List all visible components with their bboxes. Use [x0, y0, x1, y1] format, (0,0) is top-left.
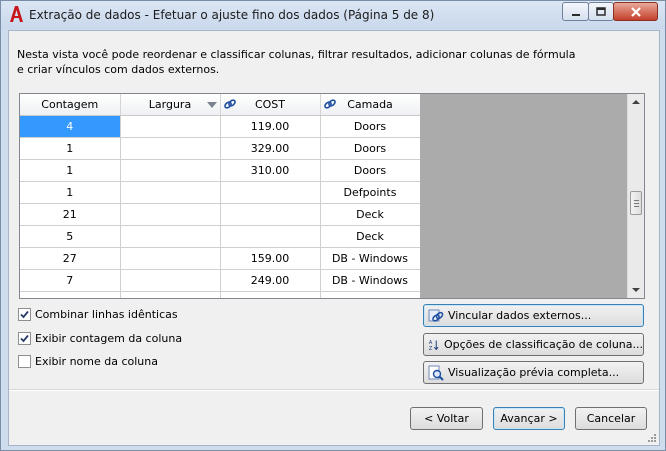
cell-camada[interactable]: Doors: [320, 115, 421, 138]
show-name-checkbox[interactable]: Exibir nome da coluna: [18, 353, 158, 369]
checkbox-checked[interactable]: [18, 307, 31, 321]
cancel-label: Cancelar: [586, 412, 636, 425]
cell-contagem[interactable]: 4: [20, 115, 121, 138]
cell-camada[interactable]: Deck: [320, 203, 421, 226]
cell-contagem[interactable]: 27: [20, 247, 121, 270]
cell-contagem[interactable]: 21: [20, 203, 121, 226]
cell-camada[interactable]: DB - Windows: [320, 269, 421, 292]
back-button[interactable]: < Voltar: [410, 407, 483, 430]
cell-camada[interactable]: Doors: [320, 159, 421, 182]
resize-grip-icon[interactable]: [647, 433, 657, 443]
cell-camada[interactable]: DB - Windows: [320, 247, 421, 270]
table-row[interactable]: 5 Deck: [20, 225, 421, 248]
separator: [9, 389, 659, 391]
cell-contagem[interactable]: 1: [20, 181, 121, 204]
filter-dropdown-icon[interactable]: [206, 102, 217, 108]
next-label: Avançar >: [500, 412, 558, 425]
close-icon: [630, 7, 641, 17]
combine-rows-label: Combinar linhas idênticas: [35, 307, 178, 321]
cell-cost[interactable]: [220, 203, 321, 226]
column-header-largura[interactable]: Largura: [120, 94, 221, 116]
link-external-data-button[interactable]: Vincular dados externos...: [423, 304, 644, 327]
autocad-app-icon: [10, 6, 23, 22]
table-row[interactable]: 27 159.00 DB - Windows: [20, 247, 421, 270]
cell-cost[interactable]: 310.00: [220, 159, 321, 182]
sort-options-label: Opções de classificação de coluna...: [443, 338, 643, 351]
cell-cost[interactable]: 159.00: [220, 247, 321, 270]
column-header-cost[interactable]: COST: [220, 94, 321, 116]
cell-largura[interactable]: [120, 203, 221, 226]
dialog-body: Nesta vista você pode reordenar e classi…: [8, 30, 660, 446]
table-row[interactable]: 4 119.00 Doors: [20, 115, 421, 138]
show-name-label: Exibir nome da coluna: [35, 354, 158, 368]
scroll-up-icon[interactable]: [632, 100, 640, 104]
vertical-scrollbar[interactable]: [627, 94, 644, 298]
link-external-data-label: Vincular dados externos...: [448, 309, 592, 322]
table-row[interactable]: 7 249.00 DB - Windows: [20, 269, 421, 292]
cell-cost[interactable]: 119.00: [220, 115, 321, 138]
scroll-thumb[interactable]: [630, 191, 642, 215]
checkbox-unchecked[interactable]: [18, 354, 31, 368]
cell-contagem[interactable]: 1: [20, 159, 121, 182]
column-header-camada[interactable]: Camada: [320, 94, 421, 116]
close-button[interactable]: [613, 2, 658, 21]
combine-rows-checkbox[interactable]: Combinar linhas idênticas: [18, 306, 178, 322]
checkmark-icon: [20, 334, 29, 342]
minimize-button[interactable]: [562, 2, 589, 21]
full-preview-label: Visualização prévia completa...: [448, 366, 620, 379]
checkbox-checked[interactable]: [18, 331, 31, 345]
show-count-checkbox[interactable]: Exibir contagem da coluna: [18, 330, 182, 346]
cell-largura[interactable]: [120, 137, 221, 160]
preview-magnifier-icon: [428, 365, 444, 381]
cell-contagem[interactable]: 5: [20, 225, 121, 248]
table-row[interactable]: [20, 291, 421, 298]
cell-largura[interactable]: [120, 159, 221, 182]
cancel-button[interactable]: Cancelar: [575, 407, 647, 430]
cell-largura[interactable]: [120, 247, 221, 270]
link-chain-icon: [223, 99, 236, 109]
description-text: Nesta vista você pode reordenar e classi…: [17, 48, 576, 76]
cell-largura[interactable]: [120, 181, 221, 204]
cell-largura[interactable]: [120, 115, 221, 138]
back-label: < Voltar: [424, 412, 469, 425]
scroll-down-icon[interactable]: [632, 288, 640, 292]
cell-largura[interactable]: [120, 269, 221, 292]
column-header-contagem[interactable]: Contagem: [20, 94, 121, 116]
cell-cost[interactable]: [220, 181, 321, 204]
title-bar: Extração de dados - Efetuar o ajuste fin…: [1, 1, 665, 29]
table-row[interactable]: 1 310.00 Doors: [20, 159, 421, 182]
svg-text:A: A: [429, 340, 433, 346]
sort-options-button[interactable]: AZ Opções de classificação de coluna...: [423, 333, 644, 356]
dialog-window: Extração de dados - Efetuar o ajuste fin…: [0, 0, 666, 451]
cell-cost[interactable]: [220, 225, 321, 248]
cell-contagem[interactable]: 7: [20, 269, 121, 292]
table-row[interactable]: 21 Deck: [20, 203, 421, 226]
svg-text:Z: Z: [429, 346, 433, 352]
next-button[interactable]: Avançar >: [493, 407, 565, 430]
link-chain-icon: [323, 99, 336, 109]
checkmark-icon: [20, 310, 29, 318]
data-grid[interactable]: Contagem Largura COST Camada 4 119.00 Doo: [19, 93, 645, 299]
link-data-icon: [428, 309, 444, 322]
cell-camada[interactable]: Defpoints: [320, 181, 421, 204]
cell-cost[interactable]: 249.00: [220, 269, 321, 292]
data-table: Contagem Largura COST Camada 4 119.00 Doo: [20, 94, 421, 298]
sort-az-icon: AZ: [429, 340, 439, 352]
cell-largura[interactable]: [120, 225, 221, 248]
full-preview-button[interactable]: Visualização prévia completa...: [423, 361, 644, 384]
cell-camada[interactable]: Doors: [320, 137, 421, 160]
table-row[interactable]: 1 Defpoints: [20, 181, 421, 204]
maximize-icon: [596, 7, 606, 16]
cell-cost[interactable]: 329.00: [220, 137, 321, 160]
maximize-button[interactable]: [588, 2, 614, 21]
table-row[interactable]: 1 329.00 Doors: [20, 137, 421, 160]
minimize-icon: [571, 14, 580, 16]
cell-camada[interactable]: Deck: [320, 225, 421, 248]
window-title: Extração de dados - Efetuar o ajuste fin…: [29, 8, 435, 22]
show-count-label: Exibir contagem da coluna: [35, 331, 183, 345]
cell-contagem[interactable]: 1: [20, 137, 121, 160]
empty-grid-area: [420, 94, 627, 298]
